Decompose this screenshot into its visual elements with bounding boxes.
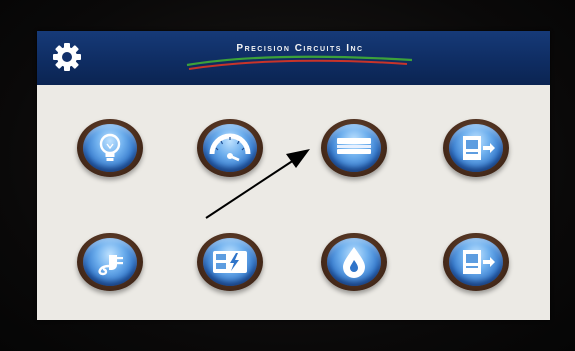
electrical-panel-icon <box>213 251 247 273</box>
tile-machine-output[interactable] <box>443 119 509 177</box>
header-bar: Precision Circuits Inc <box>37 31 550 85</box>
tile-machine-output-2[interactable] <box>443 233 509 291</box>
touch-screen: Precision Circuits Inc <box>37 31 550 320</box>
tile-lighting[interactable] <box>77 119 143 177</box>
machine-output-icon <box>463 136 495 160</box>
power-plug-icon <box>98 255 123 276</box>
brand-logo: Precision Circuits Inc <box>167 43 427 77</box>
brand-swoosh <box>186 55 413 70</box>
layers-icon <box>337 138 371 154</box>
tile-layers[interactable] <box>321 119 387 177</box>
tile-power[interactable] <box>77 233 143 291</box>
machine-output-icon <box>463 250 495 274</box>
gear-icon[interactable] <box>51 41 83 73</box>
tile-electrical[interactable] <box>197 233 263 291</box>
lightbulb-icon <box>99 133 121 161</box>
gauge-icon <box>209 133 251 162</box>
tile-grid <box>37 85 550 320</box>
flame-droplet-icon <box>343 247 365 278</box>
tile-gauge[interactable] <box>197 119 263 177</box>
tile-heat[interactable] <box>321 233 387 291</box>
